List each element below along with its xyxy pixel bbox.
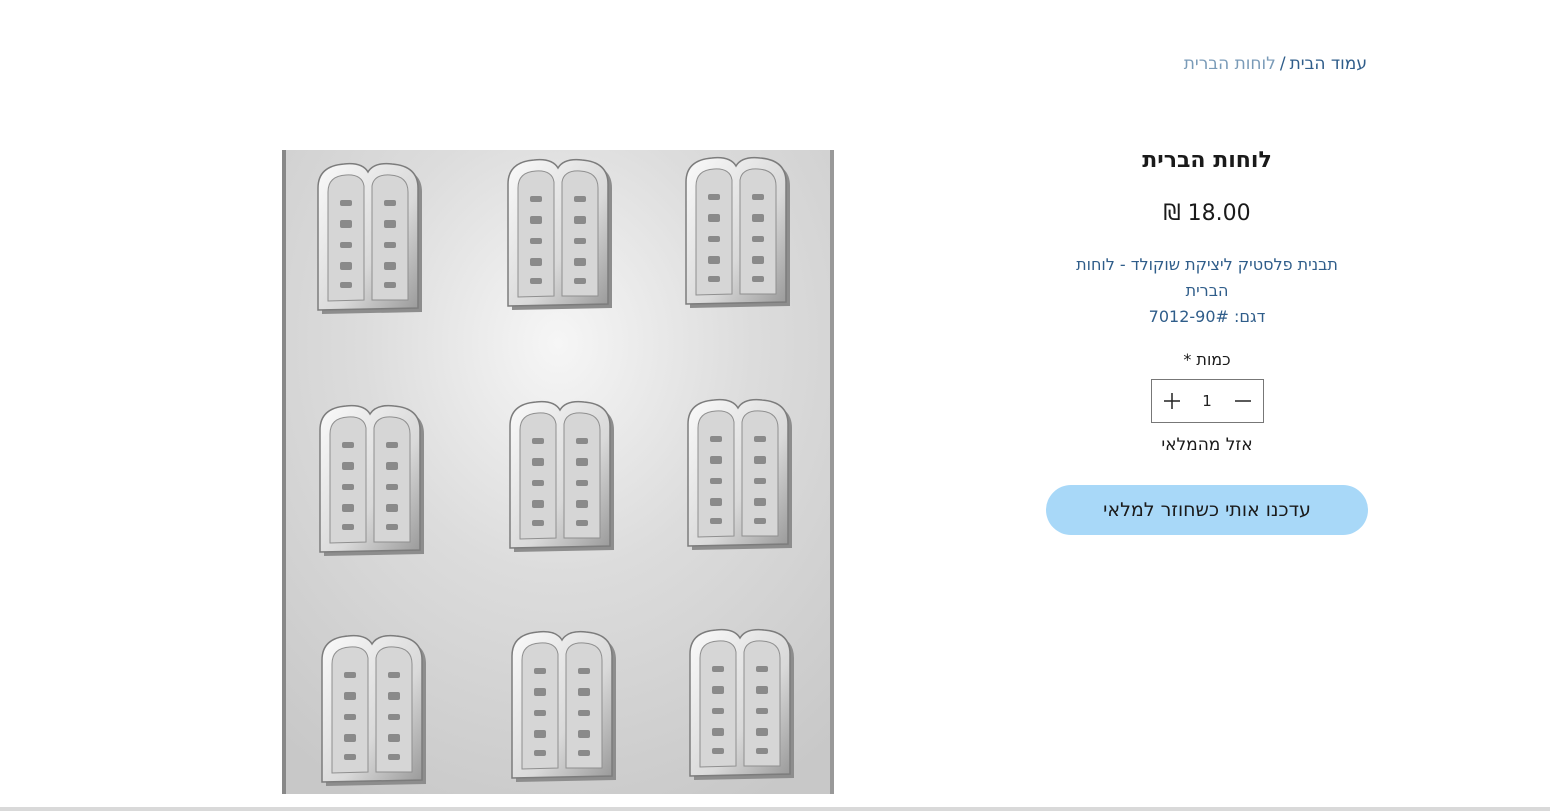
minus-icon[interactable]: [1233, 391, 1253, 411]
breadcrumb-home-link[interactable]: עמוד הבית: [1290, 54, 1367, 74]
stock-status: אזל מהמלאי: [1161, 435, 1253, 455]
product-info: לוחות הברית 18.00 ₪ תבנית פלסטיק ליציקת …: [1046, 146, 1368, 535]
notify-when-back-button[interactable]: עדכנו אותי כשחוזר למלאי: [1046, 485, 1368, 535]
quantity-stepper: [1150, 379, 1264, 423]
footer-divider: [0, 807, 1550, 811]
tablet-cavity: [511, 630, 617, 783]
mold-image: [286, 150, 830, 794]
tablet-cavity: [687, 398, 793, 551]
tablet-cavity: [685, 156, 791, 309]
quantity-input[interactable]: [1187, 392, 1227, 410]
tablet-cavity: [689, 628, 795, 781]
product-image[interactable]: [282, 150, 834, 794]
breadcrumb-current: לוחות הברית: [1183, 54, 1276, 74]
product-price: 18.00 ₪: [1163, 201, 1251, 226]
quantity-label: כמות *: [1183, 350, 1231, 369]
tablet-cavity: [317, 162, 423, 315]
breadcrumb-separator: /: [1279, 54, 1286, 74]
product-description: תבנית פלסטיק ליציקת שוקולד - לוחות הברית: [1076, 255, 1338, 300]
tablet-cavity: [319, 404, 425, 557]
plus-icon[interactable]: [1162, 391, 1182, 411]
product-sku: דגם: 7012-90#: [1148, 307, 1266, 326]
tablet-cavity: [507, 158, 613, 311]
product-title: לוחות הברית: [1142, 148, 1272, 173]
tablet-cavity: [509, 400, 615, 553]
tablet-cavity: [321, 634, 427, 787]
breadcrumb: עמוד הבית/לוחות הברית: [1100, 54, 1367, 74]
